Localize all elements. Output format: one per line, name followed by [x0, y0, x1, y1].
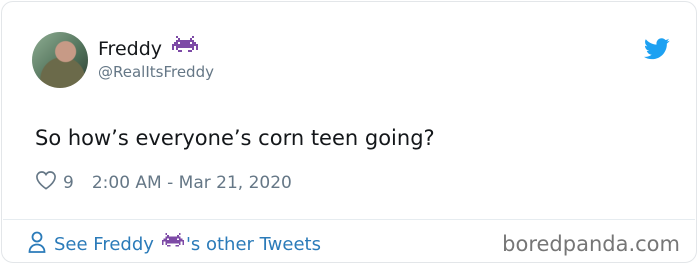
author-name-row[interactable]: Freddy: [98, 36, 198, 62]
tweet-text: So how’s everyone’s corn teen going?: [35, 126, 435, 150]
see-other-tweets-link[interactable]: See Freddy 's other Tweets: [28, 231, 321, 258]
person-icon: [28, 231, 46, 258]
space-invader-icon: [172, 36, 198, 62]
author-handle[interactable]: @RealItsFreddy: [98, 63, 214, 81]
tweet-card: Freddy @RealItsFreddy So how’s everyone’…: [1, 1, 697, 263]
twitter-bird-icon[interactable]: [643, 38, 670, 64]
watermark: boredpanda.com: [502, 232, 680, 256]
tweet-header: Freddy @RealItsFreddy: [32, 32, 672, 92]
heart-icon[interactable]: [35, 170, 57, 195]
tweet-meta: 9 2:00 AM - Mar 21, 2020: [35, 170, 292, 195]
like-count[interactable]: 9: [63, 173, 74, 193]
see-link-prefix[interactable]: See Freddy: [54, 234, 154, 255]
see-link-suffix[interactable]: 's other Tweets: [186, 234, 321, 255]
divider: [3, 219, 695, 220]
author-name[interactable]: Freddy: [98, 38, 162, 60]
tweet-timestamp[interactable]: 2:00 AM - Mar 21, 2020: [92, 173, 292, 193]
space-invader-icon: [161, 232, 184, 257]
avatar[interactable]: [32, 32, 88, 88]
